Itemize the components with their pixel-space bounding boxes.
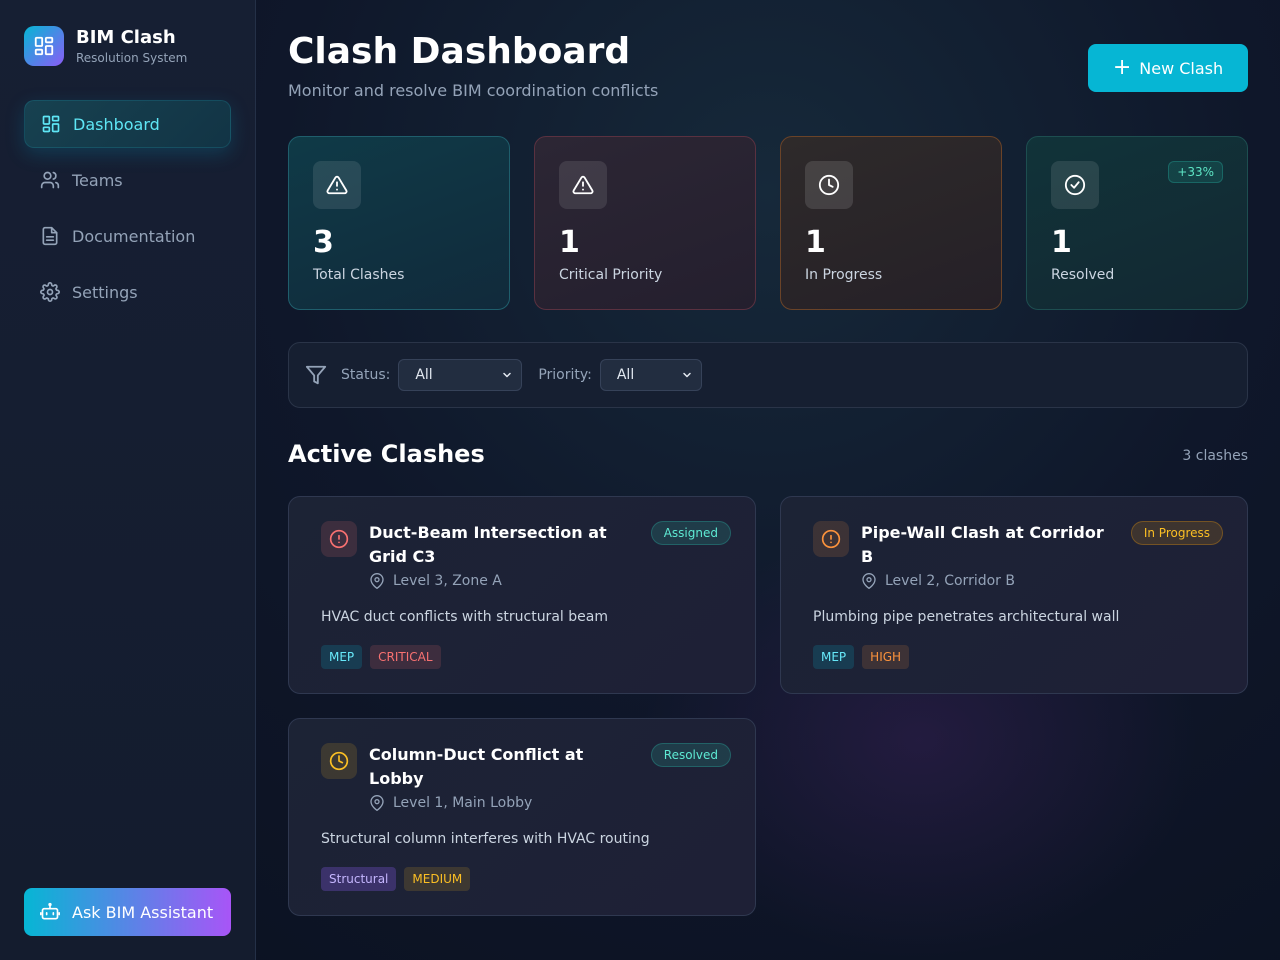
dashboard-icon (41, 114, 61, 134)
clash-title: Column-Duct Conflict at Lobby (369, 745, 584, 788)
brand-subtitle: Resolution System (76, 50, 188, 65)
clash-card[interactable]: Pipe-Wall Clash at Corridor B In Progres… (780, 496, 1248, 694)
page-title: Clash Dashboard (288, 31, 631, 72)
page-subtitle: Monitor and resolve BIM coordination con… (288, 81, 659, 100)
stat-card-resolved: +33% 1 Resolved (1026, 136, 1248, 310)
status-select-value: All (415, 367, 433, 383)
clash-title: Pipe-Wall Clash at Corridor B (861, 523, 1104, 566)
stat-value: 1 (805, 225, 826, 260)
status-select[interactable]: All (398, 359, 523, 391)
stat-label: Total Clashes (313, 267, 405, 283)
clash-description: Plumbing pipe penetrates architectural w… (813, 609, 1120, 625)
gear-icon (40, 282, 60, 302)
ask-assistant-button[interactable]: Ask BIM Assistant (24, 888, 231, 936)
stat-label: Critical Priority (559, 267, 663, 283)
map-pin-icon (861, 573, 877, 589)
sidebar-item-teams[interactable]: Teams (24, 156, 231, 204)
brand[interactable]: BIM Clash Resolution System (24, 26, 187, 66)
clash-location-text: Level 3, Zone A (393, 573, 502, 589)
new-clash-button[interactable]: + New Clash (1088, 44, 1248, 92)
clash-location-text: Level 1, Main Lobby (393, 795, 533, 811)
clash-location: Level 1, Main Lobby (369, 795, 532, 811)
discipline-tag: MEP (321, 645, 363, 669)
clash-location: Level 2, Corridor B (861, 573, 1015, 589)
map-pin-icon (369, 573, 385, 589)
clock-icon (805, 161, 853, 209)
alert-circle-icon (321, 521, 357, 557)
brand-title: BIM Clash (76, 26, 176, 48)
sidebar-item-documentation[interactable]: Documentation (24, 212, 231, 260)
section-title: Active Clashes (288, 440, 485, 468)
alert-circle-icon (813, 521, 849, 557)
sidebar: BIM Clash Resolution System Dashboard Te… (0, 0, 256, 960)
sidebar-item-label: Teams (72, 170, 123, 190)
sidebar-item-settings[interactable]: Settings (24, 268, 231, 316)
logo-icon (24, 26, 64, 66)
sidebar-item-label: Dashboard (73, 114, 160, 134)
clash-tags: MEP CRITICAL (321, 645, 449, 669)
bot-icon (40, 902, 60, 922)
stat-label: In Progress (805, 267, 883, 283)
status-badge: Assigned (650, 521, 731, 545)
priority-select-value: All (616, 367, 635, 383)
filter-icon (305, 364, 327, 386)
clash-description: Structural column interferes with HVAC r… (321, 831, 650, 847)
clash-tags: MEP HIGH (813, 645, 917, 669)
sidebar-nav: Dashboard Teams Documentation Settings (24, 100, 231, 324)
plus-icon: + (1112, 55, 1132, 80)
clash-location: Level 3, Zone A (369, 573, 502, 589)
clock-icon (321, 743, 357, 779)
status-badge: Resolved (650, 743, 731, 767)
sidebar-item-label: Documentation (72, 226, 196, 246)
priority-tag: MEDIUM (404, 867, 471, 891)
stat-label: Resolved (1051, 267, 1115, 283)
check-circle-icon (1051, 161, 1099, 209)
priority-select[interactable]: All (599, 359, 702, 391)
clash-card[interactable]: Column-Duct Conflict at Lobby Resolved L… (288, 718, 756, 916)
status-filter-label: Status: (341, 367, 391, 383)
clash-tags: Structural MEDIUM (321, 867, 478, 891)
document-icon (40, 226, 60, 246)
clash-title: Duct-Beam Intersection at Grid C3 (369, 523, 607, 566)
status-badge: In Progress (1130, 521, 1223, 545)
stat-card-critical: 1 Critical Priority (534, 136, 756, 310)
alert-triangle-icon (559, 161, 607, 209)
clash-description: HVAC duct conflicts with structural beam (321, 609, 608, 625)
alert-triangle-icon (313, 161, 361, 209)
discipline-tag: Structural (321, 867, 397, 891)
filter-bar: Status: All Priority: All (288, 342, 1248, 408)
stat-delta-badge: +33% (1168, 161, 1223, 183)
stat-value: 1 (559, 225, 580, 260)
stat-value: 3 (313, 225, 334, 260)
clash-count: 3 clashes (1182, 448, 1248, 464)
chevron-down-icon (501, 369, 513, 381)
stat-value: 1 (1051, 225, 1072, 260)
clash-card[interactable]: Duct-Beam Intersection at Grid C3 Assign… (288, 496, 756, 694)
ask-assistant-label: Ask BIM Assistant (72, 902, 214, 922)
stat-card-in-progress: 1 In Progress (780, 136, 1002, 310)
chevron-down-icon (681, 369, 693, 381)
clash-location-text: Level 2, Corridor B (885, 573, 1015, 589)
sidebar-item-label: Settings (72, 282, 138, 302)
priority-filter-label: Priority: (538, 367, 592, 383)
sidebar-item-dashboard[interactable]: Dashboard (24, 100, 231, 148)
discipline-tag: MEP (813, 645, 855, 669)
map-pin-icon (369, 795, 385, 811)
priority-tag: CRITICAL (370, 645, 441, 669)
new-clash-label: New Clash (1139, 58, 1224, 78)
stat-card-total: 3 Total Clashes (288, 136, 510, 310)
priority-tag: HIGH (862, 645, 910, 669)
users-icon (40, 170, 60, 190)
